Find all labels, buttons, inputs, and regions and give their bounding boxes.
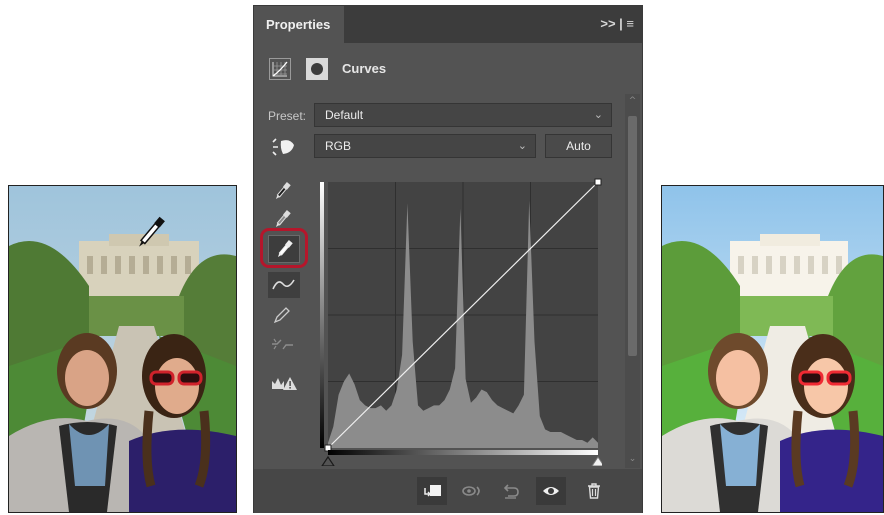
visibility-button[interactable] bbox=[536, 477, 566, 505]
panel-menu-icon[interactable]: >> | ≡ bbox=[600, 16, 634, 31]
scroll-up-icon[interactable]: ^ bbox=[625, 96, 640, 106]
curve-control-point bbox=[594, 178, 602, 186]
before-photo-image bbox=[9, 186, 236, 512]
edit-points-curve-icon bbox=[272, 279, 295, 290]
black-input-slider bbox=[320, 455, 336, 467]
before-photo bbox=[8, 185, 237, 513]
auto-button[interactable]: Auto bbox=[545, 134, 612, 158]
view-previous-button[interactable] bbox=[457, 477, 487, 505]
after-photo-image bbox=[662, 186, 883, 512]
tool-edit-points[interactable] bbox=[268, 272, 300, 298]
reset-icon bbox=[503, 484, 519, 499]
adjustment-title-row: Curves bbox=[254, 49, 642, 89]
selected-tool-highlight bbox=[260, 228, 308, 268]
scroll-thumb[interactable] bbox=[628, 116, 637, 356]
layer-mask-icon[interactable] bbox=[306, 58, 328, 80]
tool-smooth[interactable] bbox=[267, 332, 297, 358]
channel-value: RGB bbox=[325, 139, 352, 153]
curves-chart[interactable] bbox=[320, 176, 605, 467]
panel-scrollbar[interactable]: ^ ⌄ bbox=[625, 94, 640, 468]
curves-graph[interactable] bbox=[320, 176, 605, 467]
tab-properties[interactable]: Properties bbox=[254, 6, 344, 43]
sample-black-point-icon bbox=[275, 182, 291, 199]
clip-to-layer-icon bbox=[424, 485, 441, 497]
smooth-curve-icon bbox=[272, 338, 293, 350]
after-photo bbox=[661, 185, 884, 513]
visibility-eye-icon bbox=[543, 487, 559, 495]
chevron-down-icon: ⌄ bbox=[517, 140, 527, 152]
panel-bottom-bar bbox=[254, 469, 642, 513]
tool-draw-pencil[interactable] bbox=[267, 302, 297, 328]
input-gradient-bar bbox=[328, 450, 598, 455]
view-previous-state-icon bbox=[462, 486, 480, 496]
channel-dropdown[interactable]: RGB ⌄ bbox=[314, 134, 536, 158]
white-input-slider bbox=[591, 456, 605, 467]
properties-panel: Properties >> | ≡ Curves Preset: Default… bbox=[253, 5, 643, 513]
preset-value: Default bbox=[325, 108, 364, 122]
delete-trash-icon bbox=[588, 483, 600, 499]
tool-black-point[interactable] bbox=[267, 178, 297, 204]
preset-dropdown[interactable]: Default ⌄ bbox=[314, 103, 612, 127]
output-gradient-bar bbox=[320, 182, 324, 448]
preset-label: Preset: bbox=[268, 109, 307, 123]
delete-button[interactable] bbox=[579, 477, 609, 505]
chevron-down-icon: ⌄ bbox=[593, 109, 603, 121]
clip-to-layer-button[interactable] bbox=[417, 477, 447, 505]
draw-curve-pencil-icon bbox=[273, 307, 290, 324]
panel-title: Curves bbox=[342, 61, 387, 76]
curves-adjustment-icon[interactable] bbox=[269, 58, 291, 80]
reset-button[interactable] bbox=[496, 477, 526, 505]
clipping-warning-icon bbox=[272, 377, 297, 390]
scroll-down-icon[interactable]: ⌄ bbox=[625, 454, 640, 464]
sample-gray-point-icon bbox=[275, 210, 291, 227]
tool-clipping[interactable] bbox=[267, 371, 297, 397]
panel-tab-bar: Properties >> | ≡ bbox=[254, 6, 642, 43]
targeted-adjustment-hand-icon[interactable] bbox=[268, 136, 298, 158]
